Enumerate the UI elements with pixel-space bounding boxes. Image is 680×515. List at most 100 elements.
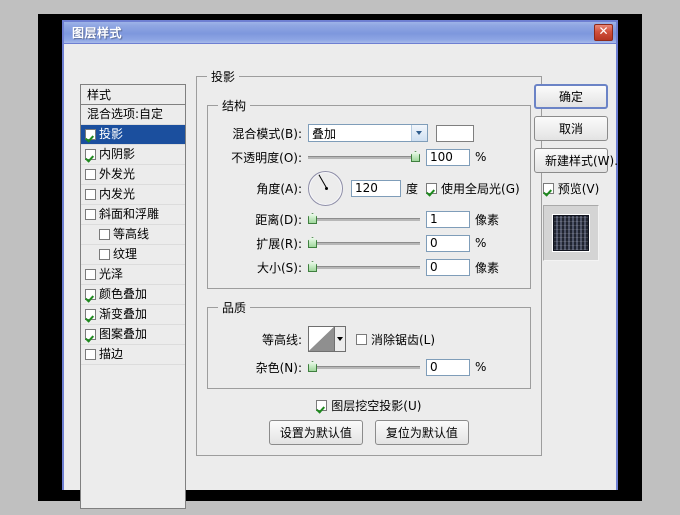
- close-icon[interactable]: ✕: [594, 24, 613, 41]
- noise-slider[interactable]: [308, 360, 420, 374]
- list-item[interactable]: 描边: [81, 345, 185, 365]
- list-item[interactable]: 斜面和浮雕: [81, 205, 185, 225]
- list-item-label: 图案叠加: [99, 327, 148, 341]
- effect-checkbox[interactable]: [85, 289, 96, 300]
- preview-thumbnail: [553, 215, 589, 251]
- effect-checkbox[interactable]: [99, 249, 110, 260]
- styles-listbox[interactable]: 混合选项:自定 投影 内阴影外发光内发光斜面和浮雕等高线纹理光泽颜色叠加渐变叠加图…: [80, 105, 186, 509]
- size-row: 大小(S): 0 像素: [218, 256, 520, 278]
- spread-row: 扩展(R): 0 %: [218, 232, 520, 254]
- antialias-row[interactable]: 消除锯齿(L): [356, 331, 435, 348]
- angle-label: 角度(A):: [256, 181, 302, 196]
- effect-checkbox[interactable]: [85, 189, 96, 200]
- list-item-label: 光泽: [99, 267, 124, 281]
- use-global-light-row[interactable]: 使用全局光(G): [426, 180, 520, 197]
- distance-slider[interactable]: [308, 212, 420, 226]
- set-default-button[interactable]: 设置为默认值: [268, 420, 363, 445]
- spread-unit: %: [475, 236, 487, 250]
- contour-dropdown-arrow-icon[interactable]: [334, 327, 345, 351]
- chevron-down-icon[interactable]: [411, 125, 427, 141]
- angle-dial-needle: [318, 174, 327, 188]
- effect-checkbox[interactable]: [99, 229, 110, 240]
- distance-label: 距离(D):: [255, 212, 302, 227]
- list-item[interactable]: 等高线: [81, 225, 185, 245]
- dialog-titlebar[interactable]: 图层样式 ✕: [64, 22, 616, 44]
- actions-panel: 确定 取消 新建样式(W)... 预览(V): [534, 84, 626, 261]
- use-global-light-label: 使用全局光(G): [441, 181, 520, 196]
- size-input[interactable]: 0: [426, 258, 470, 276]
- angle-row: 角度(A): 120 度 使用全局光(G): [218, 170, 520, 206]
- knockout-row[interactable]: 图层挖空投影(U): [207, 397, 531, 414]
- opacity-slider-thumb[interactable]: [411, 151, 420, 162]
- layer-style-dialog: 图层样式 ✕ 样式 混合选项:自定 投影 内阴影 外发光 内发光 斜面和浮雕 等高线 纹理光…: [62, 20, 626, 509]
- list-item[interactable]: 纹理: [81, 245, 185, 265]
- effect-checkbox[interactable]: [85, 329, 96, 340]
- list-item-label: 斜面和浮雕: [99, 207, 160, 221]
- list-item[interactable]: 内发光: [81, 185, 185, 205]
- opacity-slider[interactable]: [308, 150, 420, 164]
- noise-label: 杂色(N):: [255, 360, 302, 375]
- list-item[interactable]: 内阴影: [81, 145, 185, 165]
- list-item[interactable]: 渐变叠加: [81, 305, 185, 325]
- size-slider[interactable]: [308, 260, 420, 274]
- antialias-checkbox[interactable]: [356, 333, 367, 345]
- structure-group: 结构 混合模式(B): 叠加 不透明度(O): 100 % 角度(A): 120…: [207, 97, 531, 289]
- knockout-checkbox[interactable]: [316, 400, 328, 411]
- opacity-slider-track: [308, 156, 420, 159]
- styles-panel: 样式 混合选项:自定 投影 内阴影外发光内发光斜面和浮雕等高线纹理光泽颜色叠加渐变…: [80, 84, 186, 509]
- new-style-button[interactable]: 新建样式(W)...: [534, 148, 626, 173]
- list-item-label: 纹理: [113, 247, 138, 261]
- spread-input[interactable]: 0: [426, 234, 470, 252]
- structure-group-title: 结构: [222, 99, 247, 113]
- contour-preset-picker[interactable]: [308, 326, 346, 352]
- list-item-label: 等高线: [113, 227, 150, 241]
- effect-checkbox[interactable]: [85, 129, 96, 140]
- spread-slider[interactable]: [308, 236, 420, 250]
- list-item-label: 渐变叠加: [99, 307, 148, 321]
- noise-input[interactable]: 0: [426, 358, 470, 376]
- effect-checkbox[interactable]: [85, 149, 96, 160]
- effect-checkbox[interactable]: [85, 349, 96, 360]
- list-item[interactable]: 颜色叠加: [81, 285, 185, 305]
- preview-toggle-row[interactable]: 预览(V): [534, 180, 608, 197]
- dialog-title: 图层样式: [72, 26, 123, 40]
- effect-checkbox[interactable]: [85, 169, 96, 180]
- effect-checkbox[interactable]: [85, 209, 96, 220]
- ok-button[interactable]: 确定: [534, 84, 608, 109]
- distance-input[interactable]: 1: [426, 210, 470, 228]
- blending-options-label: 混合选项:自定: [87, 107, 164, 121]
- preview-label: 预览(V): [557, 182, 600, 196]
- styles-header: 样式: [80, 84, 186, 105]
- list-item[interactable]: 投影: [81, 125, 185, 145]
- angle-dial-hub: [324, 187, 328, 190]
- opacity-input[interactable]: 100: [426, 148, 470, 166]
- list-item-label: 外发光: [99, 167, 136, 181]
- list-item-blending-options[interactable]: 混合选项:自定: [81, 105, 185, 125]
- distance-slider-thumb[interactable]: [308, 213, 317, 224]
- list-item[interactable]: 外发光: [81, 165, 185, 185]
- list-item[interactable]: 图案叠加: [81, 325, 185, 345]
- angle-input[interactable]: 120: [351, 179, 401, 197]
- spread-slider-thumb[interactable]: [308, 237, 317, 248]
- drop-shadow-group-title: 投影: [211, 70, 236, 84]
- preview-box: [543, 205, 599, 261]
- shadow-color-swatch[interactable]: [436, 124, 474, 142]
- blend-mode-label: 混合模式(B):: [232, 126, 302, 141]
- knockout-checkbox-group[interactable]: 图层挖空投影(U): [316, 397, 421, 414]
- use-global-light-checkbox[interactable]: [426, 182, 438, 194]
- distance-row: 距离(D): 1 像素: [218, 208, 520, 230]
- blend-mode-value: 叠加: [312, 126, 337, 141]
- default-buttons-row: 设置为默认值 复位为默认值: [207, 420, 531, 445]
- preview-checkbox[interactable]: [542, 183, 554, 194]
- blend-mode-select[interactable]: 叠加: [308, 124, 428, 142]
- effect-checkbox[interactable]: [85, 269, 96, 280]
- size-slider-thumb[interactable]: [308, 261, 317, 272]
- distance-unit: 像素: [475, 212, 500, 227]
- cancel-button[interactable]: 取消: [534, 116, 608, 141]
- effect-checkbox[interactable]: [85, 309, 96, 320]
- reset-default-button[interactable]: 复位为默认值: [374, 420, 469, 445]
- noise-slider-thumb[interactable]: [308, 361, 317, 372]
- list-item[interactable]: 光泽: [81, 265, 185, 285]
- angle-dial[interactable]: [308, 170, 343, 206]
- screen-canvas: 图层样式 ✕ 样式 混合选项:自定 投影 内阴影 外发光 内发光 斜面和浮雕 等高线 纹理光…: [0, 0, 680, 515]
